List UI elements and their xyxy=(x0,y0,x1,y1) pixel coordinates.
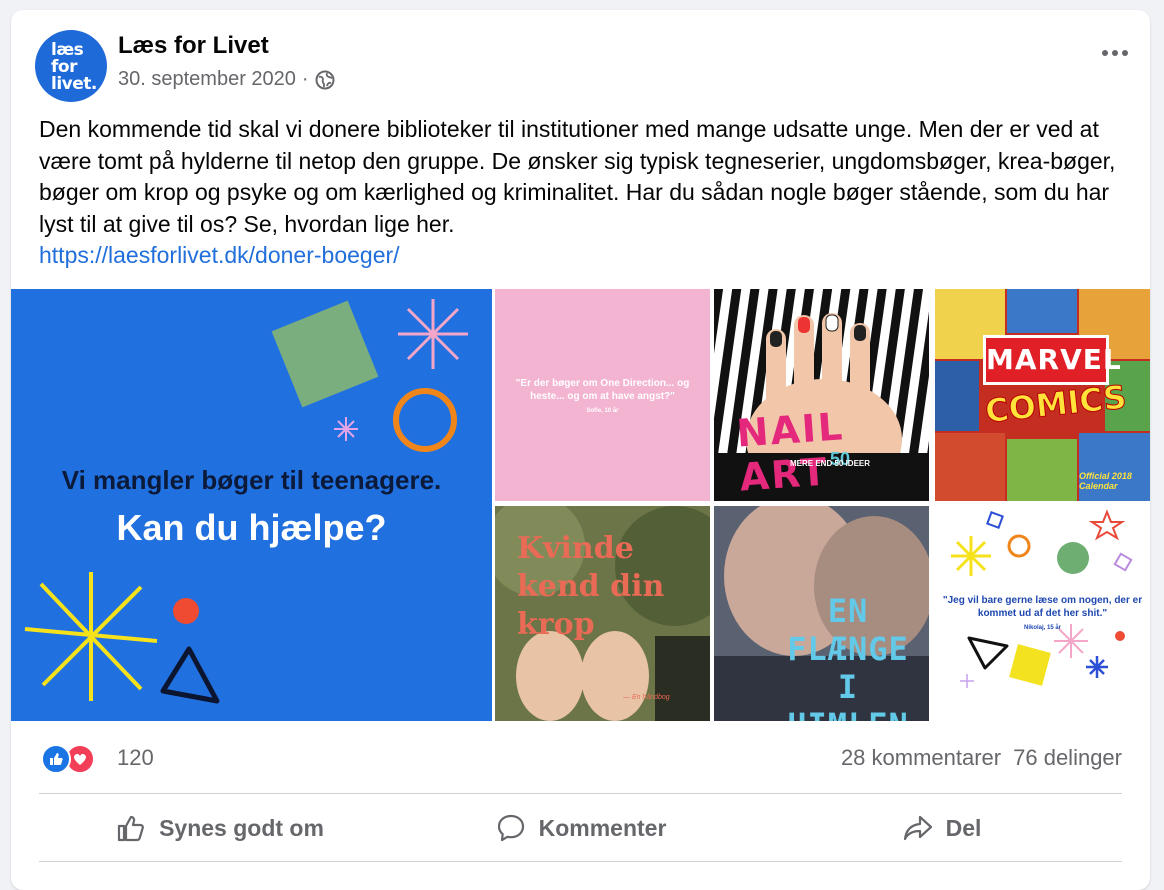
post-body: Den kommende tid skal vi donere bibliote… xyxy=(39,116,1116,237)
dot-icon xyxy=(1112,50,1118,56)
shares-count[interactable]: 76 delinger xyxy=(1013,745,1122,771)
like-label: Synes godt om xyxy=(159,814,324,841)
meta-separator: · xyxy=(301,68,309,90)
main-cta: Kan du hjælpe? xyxy=(116,507,387,548)
globe-icon xyxy=(315,70,335,89)
share-label: Del xyxy=(945,814,982,841)
main-headline: Vi mangler bøger til teenagere. xyxy=(61,465,442,495)
post-card: læs for livet. Læs for Livet 30. septemb… xyxy=(11,10,1150,890)
divider xyxy=(39,793,1122,794)
kvinde-title: Kvinde kend din krop xyxy=(517,531,665,642)
marvel-calendar-cover[interactable]: MARVEL COMICS Official 2018 Calendar xyxy=(935,289,1150,501)
like-button[interactable]: Synes godt om xyxy=(39,795,400,861)
nail-art-subtitle: MERE END 50 IDEER xyxy=(790,459,871,468)
dot-icon xyxy=(1122,50,1128,56)
divider xyxy=(39,861,1122,862)
en-flaenge-i-himlen-cover[interactable]: EN FLÆNGE I HIMLEN xyxy=(714,506,929,721)
quote-body: "Jeg vil bare gerne læse om nogen, der e… xyxy=(942,595,1143,619)
kvinde-subtitle: — En håndbog xyxy=(623,694,670,701)
media-grid: Vi mangler bøger til teenagere. Kan du h… xyxy=(11,289,1150,721)
comment-button[interactable]: Kommenter xyxy=(400,795,761,861)
page-avatar[interactable]: læs for livet. xyxy=(35,30,107,102)
more-options-button[interactable] xyxy=(1102,50,1128,56)
quote-author: Nikolaj, 15 år xyxy=(1023,625,1062,631)
like-icon xyxy=(41,744,71,774)
quote-tile-1[interactable]: "Er der bøger om One Direction... og hes… xyxy=(495,289,710,501)
reaction-icons[interactable] xyxy=(41,744,95,774)
main-image[interactable]: Vi mangler bøger til teenagere. Kan du h… xyxy=(11,289,492,721)
marvel-logo: MARVEL xyxy=(983,335,1121,385)
en-flaenge-title: EN FLÆNGE I HIMLEN xyxy=(787,592,909,721)
kvinde-kend-din-krop-cover[interactable]: Kvinde kend din krop — En håndbog xyxy=(495,506,710,721)
nail-art-cover[interactable]: NAIL ART 50 MERE END 50 IDEER xyxy=(714,289,929,501)
reaction-count[interactable]: 120 xyxy=(117,745,154,771)
action-bar: Synes godt om Kommenter Del xyxy=(39,795,1122,861)
page-name[interactable]: Læs for Livet xyxy=(118,32,269,60)
post-stats: 120 28 kommentarer 76 delinger xyxy=(39,730,1122,784)
comments-count[interactable]: 28 kommentarer xyxy=(841,745,1001,771)
post-link[interactable]: https://laesforlivet.dk/doner-boeger/ xyxy=(39,240,1119,272)
comment-label: Kommenter xyxy=(538,814,667,841)
post-text: Den kommende tid skal vi donere bibliote… xyxy=(39,114,1119,272)
quote-author: Sofie, 10 år xyxy=(586,408,619,414)
dot-icon xyxy=(1102,50,1108,56)
share-button[interactable]: Del xyxy=(761,795,1122,861)
quote-tile-2[interactable]: "Jeg vil bare gerne læse om nogen, der e… xyxy=(935,506,1150,721)
decor-shapes xyxy=(24,299,468,704)
quote-text-2: "Jeg vil bare gerne læse om nogen, der e… xyxy=(941,594,1144,635)
quote-body: "Er der bøger om One Direction... og hes… xyxy=(515,378,690,402)
quote-text-1: "Er der bøger om One Direction... og hes… xyxy=(509,377,696,418)
share-icon xyxy=(903,815,932,841)
engagement-stats: 28 kommentarer 76 delinger xyxy=(841,745,1122,771)
thumbs-up-icon xyxy=(117,815,144,842)
post-date[interactable]: 30. september 2020 xyxy=(118,68,296,91)
marvel-calendar-label: Official 2018 Calendar xyxy=(1079,471,1132,491)
post-meta: 30. september 2020 · xyxy=(118,68,335,91)
avatar-line: livet. xyxy=(51,74,97,94)
comment-icon xyxy=(497,814,524,842)
